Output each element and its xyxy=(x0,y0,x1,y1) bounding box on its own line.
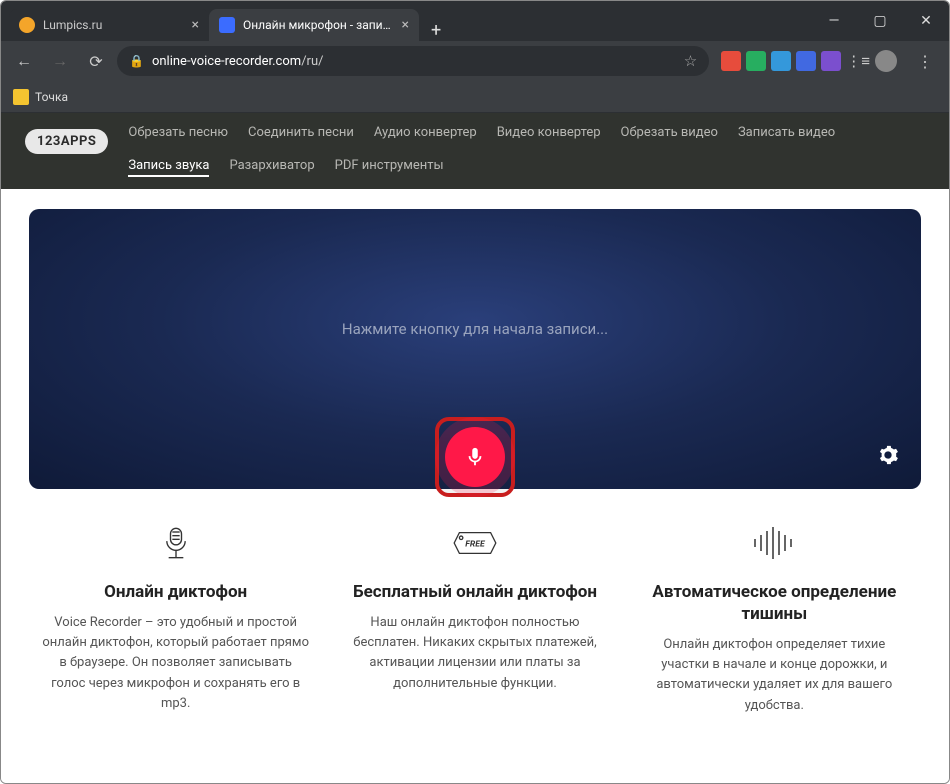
browser-menu-button[interactable]: ⋮ xyxy=(909,52,941,71)
nav-link-record-audio[interactable]: Запись звука xyxy=(128,158,209,177)
nav-link-audio-converter[interactable]: Аудио конвертер xyxy=(374,125,477,140)
close-tab-icon[interactable]: × xyxy=(402,17,409,33)
reading-list-icon[interactable]: ⋮≡ xyxy=(846,52,870,70)
reload-button[interactable]: ⟳ xyxy=(81,46,111,76)
record-button[interactable] xyxy=(445,427,505,487)
favicon-icon xyxy=(19,17,35,33)
feature-desc: Voice Recorder – это удобный и простой о… xyxy=(41,613,310,714)
minimize-button[interactable]: — xyxy=(811,1,857,41)
nav-link-pdf-tools[interactable]: PDF инструменты xyxy=(335,158,444,177)
browser-tab-0[interactable]: Lumpics.ru × xyxy=(9,9,209,41)
feature-title: Онлайн диктофон xyxy=(41,581,310,603)
browser-tabs: Lumpics.ru × Онлайн микрофон - запись го… xyxy=(1,1,453,41)
tab-title: Lumpics.ru xyxy=(43,18,184,32)
browser-tab-1[interactable]: Онлайн микрофон - запись гол × xyxy=(209,9,419,41)
nav-link-join-songs[interactable]: Соединить песни xyxy=(248,125,354,140)
close-tab-icon[interactable]: × xyxy=(192,17,199,33)
maximize-button[interactable]: ▢ xyxy=(857,1,903,41)
extension-icon[interactable] xyxy=(721,51,741,71)
recorder-hero: Нажмите кнопку для начала записи... xyxy=(29,209,921,489)
extension-icon[interactable] xyxy=(796,51,816,71)
svg-text:FREE: FREE xyxy=(465,539,486,549)
feature-desc: Наш онлайн диктофон полностью бесплатен.… xyxy=(340,613,609,694)
extension-icon[interactable] xyxy=(771,51,791,71)
features-row: Онлайн диктофон Voice Recorder – это удо… xyxy=(1,489,949,736)
free-tag-icon: FREE xyxy=(340,519,609,567)
nav-link-unarchiver[interactable]: Разархиватор xyxy=(229,158,314,177)
feature-card: Автоматическое определение тишины Онлайн… xyxy=(640,519,909,716)
url-text: online-voice-recorder.com/ru/ xyxy=(152,54,676,69)
feature-title: Автоматическое определение тишины xyxy=(640,581,909,625)
lock-icon: 🔒 xyxy=(129,54,144,68)
bookmark-star-icon[interactable]: ☆ xyxy=(684,52,697,70)
site-header: 123APPS Обрезать песню Соединить песни А… xyxy=(1,113,949,189)
microphone-classic-icon xyxy=(41,519,310,567)
annotation-highlight xyxy=(435,417,515,497)
extension-icons: ⋮≡ xyxy=(715,50,903,72)
microphone-icon xyxy=(464,446,486,468)
sound-wave-icon xyxy=(640,519,909,567)
site-logo[interactable]: 123APPS xyxy=(25,129,108,154)
browser-toolbar: ← → ⟳ 🔒 online-voice-recorder.com/ru/ ☆ … xyxy=(1,41,949,81)
folder-icon xyxy=(13,89,29,105)
recorder-prompt: Нажмите кнопку для начала записи... xyxy=(342,320,608,338)
address-bar[interactable]: 🔒 online-voice-recorder.com/ru/ ☆ xyxy=(117,46,709,76)
back-button[interactable]: ← xyxy=(9,46,39,76)
page-content[interactable]: 123APPS Обрезать песню Соединить песни А… xyxy=(1,113,949,783)
feature-card: Онлайн диктофон Voice Recorder – это удо… xyxy=(41,519,310,716)
nav-link-record-video[interactable]: Записать видео xyxy=(738,125,835,140)
extension-icon[interactable] xyxy=(746,51,766,71)
site-nav: Обрезать песню Соединить песни Аудио кон… xyxy=(128,125,925,177)
extension-icon[interactable] xyxy=(821,51,841,71)
favicon-icon xyxy=(219,17,235,33)
new-tab-button[interactable]: + xyxy=(419,20,453,41)
bookmarks-bar: Точка xyxy=(1,81,949,113)
nav-link-video-converter[interactable]: Видео конвертер xyxy=(497,125,601,140)
window-titlebar: Lumpics.ru × Онлайн микрофон - запись го… xyxy=(1,1,949,41)
feature-card: FREE Бесплатный онлайн диктофон Наш онла… xyxy=(340,519,609,716)
settings-button[interactable] xyxy=(877,444,899,471)
gear-icon xyxy=(877,444,899,466)
bookmark-label: Точка xyxy=(35,90,68,104)
nav-link-cut-video[interactable]: Обрезать видео xyxy=(621,125,718,140)
nav-link-cut-song[interactable]: Обрезать песню xyxy=(128,125,228,140)
forward-button[interactable]: → xyxy=(45,46,75,76)
close-window-button[interactable]: ✕ xyxy=(903,1,949,41)
tab-title: Онлайн микрофон - запись гол xyxy=(243,18,394,32)
feature-title: Бесплатный онлайн диктофон xyxy=(340,581,609,603)
bookmark-item[interactable]: Точка xyxy=(13,89,68,105)
profile-avatar[interactable] xyxy=(875,50,897,72)
feature-desc: Онлайн диктофон определяет тихие участки… xyxy=(640,635,909,716)
window-controls: — ▢ ✕ xyxy=(811,1,949,41)
